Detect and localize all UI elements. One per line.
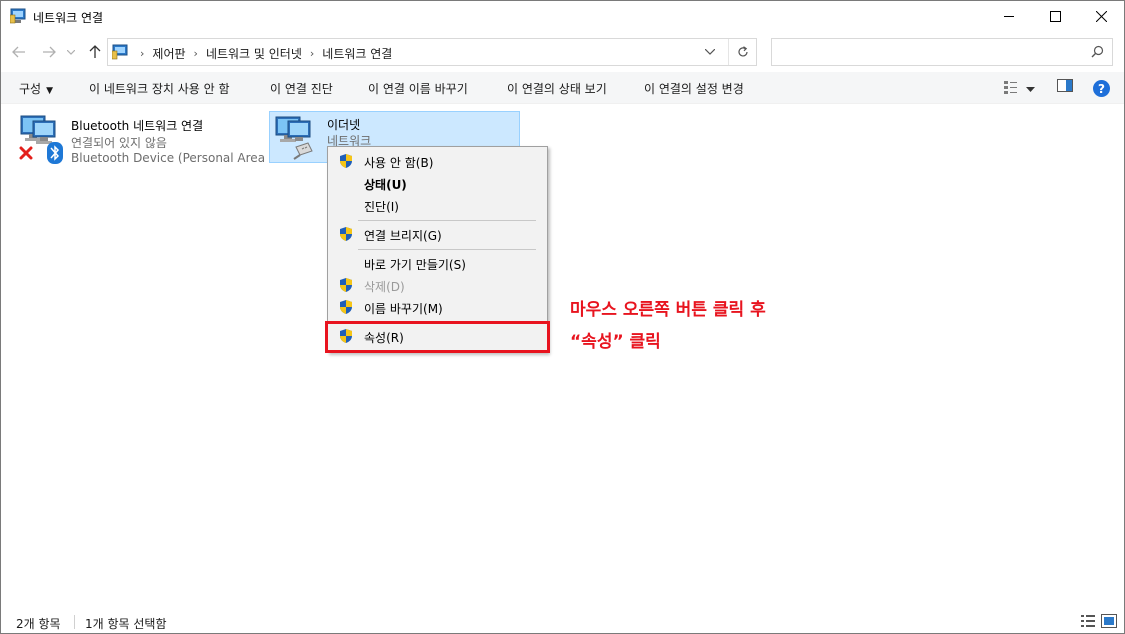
preview-pane-icon <box>1057 79 1073 92</box>
menu-item-label: 이름 바꾸기(M) <box>364 302 443 316</box>
search-icon[interactable] <box>1091 45 1104 58</box>
breadcrumb: › 제어판 › 네트워크 및 인터넷 › 네트워크 연결 <box>132 45 392 62</box>
status-bar: 2개 항목 1개 항목 선택함 <box>1 610 1124 634</box>
menu-item-label: 삭제(D) <box>364 280 405 294</box>
connection-name: 이더넷 <box>327 118 361 132</box>
menu-separator <box>358 220 536 221</box>
list-item-bluetooth-connection[interactable]: Bluetooth 네트워크 연결 연결되어 있지 않음 Bluetooth D… <box>15 112 280 165</box>
menu-item-create-shortcut[interactable]: 바로 가기 만들기(S) <box>330 252 545 274</box>
search-box[interactable] <box>771 38 1113 66</box>
close-button[interactable] <box>1078 1 1124 32</box>
change-view-button[interactable] <box>1003 79 1019 98</box>
menu-item-rename[interactable]: 이름 바꾸기(M) <box>330 296 545 318</box>
minimize-icon <box>1003 16 1014 17</box>
chevron-down-icon <box>705 49 715 55</box>
caret-down-icon: ▼ <box>46 86 54 96</box>
details-view-icon[interactable] <box>1080 614 1096 628</box>
menu-item-delete: 삭제(D) <box>330 274 545 296</box>
item-count: 2개 항목 <box>16 617 61 631</box>
preview-pane-button[interactable] <box>1057 79 1073 96</box>
menu-separator <box>358 249 536 250</box>
back-button[interactable] <box>9 42 29 62</box>
help-icon[interactable]: ? <box>1093 80 1110 97</box>
address-bar[interactable]: › 제어판 › 네트워크 및 인터넷 › 네트워크 연결 <box>107 38 757 66</box>
view-status-button[interactable]: 이 연결의 상태 보기 <box>507 80 607 97</box>
uac-shield-icon <box>340 300 352 314</box>
refresh-button[interactable] <box>728 39 756 65</box>
change-settings-button[interactable]: 이 연결의 설정 변경 <box>644 80 744 97</box>
up-button[interactable] <box>85 42 105 62</box>
window-title: 네트워크 연결 <box>33 11 104 25</box>
breadcrumb-network-internet[interactable]: 네트워크 및 인터넷 <box>206 45 302 62</box>
rename-connection-button[interactable]: 이 연결 이름 바꾸기 <box>368 80 468 97</box>
network-connections-app-icon <box>10 8 26 24</box>
chevron-down-icon <box>67 49 75 55</box>
recent-locations-button[interactable] <box>64 42 78 62</box>
uac-shield-icon <box>340 278 352 292</box>
breadcrumb-separator-icon[interactable]: › <box>310 47 314 60</box>
arrow-left-icon <box>12 46 25 58</box>
arrow-right-icon <box>43 46 56 58</box>
properties-highlight-box <box>325 321 550 353</box>
menu-item-bridge-connections[interactable]: 연결 브리지(G) <box>330 223 545 245</box>
search-input[interactable] <box>778 43 1078 61</box>
menu-item-label: 진단(I) <box>364 200 399 214</box>
connection-device: Bluetooth Device (Personal Area ... <box>71 151 281 165</box>
diagnose-connection-button[interactable]: 이 연결 진단 <box>270 80 333 97</box>
maximize-icon <box>1049 11 1061 22</box>
command-bar: 구성 ▼ 이 네트워크 장치 사용 안 함 이 연결 진단 이 연결 이름 바꾸기… <box>1 72 1124 104</box>
more-views-dropdown[interactable] <box>1026 82 1035 96</box>
menu-item-diagnose[interactable]: 진단(I) <box>330 194 545 216</box>
caret-down-icon <box>1026 87 1035 92</box>
breadcrumb-network-connections[interactable]: 네트워크 연결 <box>322 45 392 62</box>
uac-shield-icon <box>340 154 352 168</box>
connection-name: Bluetooth 네트워크 연결 <box>71 119 204 133</box>
menu-item-status[interactable]: 상태(U) <box>330 172 545 194</box>
close-icon <box>1095 11 1107 22</box>
minimize-button[interactable] <box>986 1 1032 32</box>
breadcrumb-separator-icon[interactable]: › <box>140 47 144 60</box>
title-bar: 네트워크 연결 <box>1 1 1124 32</box>
address-dropdown-button[interactable] <box>700 43 720 61</box>
selected-count: 1개 항목 선택함 <box>85 617 167 631</box>
refresh-icon <box>737 46 748 57</box>
annotation-line-1: 마우스 오른쪽 버튼 클릭 후 <box>570 300 766 320</box>
disable-device-button[interactable]: 이 네트워크 장치 사용 안 함 <box>89 80 230 97</box>
address-row: › 제어판 › 네트워크 및 인터넷 › 네트워크 연결 <box>1 32 1124 72</box>
control-panel-icon <box>112 44 128 60</box>
status-divider <box>74 615 75 629</box>
forward-button[interactable] <box>39 42 59 62</box>
connection-status: 연결되어 있지 않음 <box>71 136 167 150</box>
menu-item-label: 상태(U) <box>364 178 407 192</box>
menu-item-disable[interactable]: 사용 안 함(B) <box>330 150 545 172</box>
large-icons-view-icon[interactable] <box>1101 614 1117 628</box>
network-connections-window: 네트워크 연결 › 제어판 › 네트워크 및 인터넷 › 네트워크 연결 구성 … <box>0 0 1125 634</box>
disconnected-x-icon <box>19 146 33 160</box>
organize-label: 구성 <box>19 82 42 96</box>
view-options-icon <box>1004 81 1017 94</box>
breadcrumb-separator-icon[interactable]: › <box>194 47 198 60</box>
organize-menu-button[interactable]: 구성 ▼ <box>19 80 53 97</box>
breadcrumb-control-panel[interactable]: 제어판 <box>152 45 185 62</box>
menu-item-label: 연결 브리지(G) <box>364 229 442 243</box>
maximize-button[interactable] <box>1032 1 1078 32</box>
arrow-up-icon <box>89 45 101 58</box>
connections-list: Bluetooth 네트워크 연결 연결되어 있지 않음 Bluetooth D… <box>1 104 1124 604</box>
bluetooth-icon <box>47 142 63 164</box>
annotation-line-2: “속성” 클릭 <box>570 332 661 352</box>
menu-item-label: 바로 가기 만들기(S) <box>364 258 466 272</box>
uac-shield-icon <box>340 227 352 241</box>
menu-item-label: 사용 안 함(B) <box>364 156 434 170</box>
ethernet-cable-icon <box>275 116 313 160</box>
